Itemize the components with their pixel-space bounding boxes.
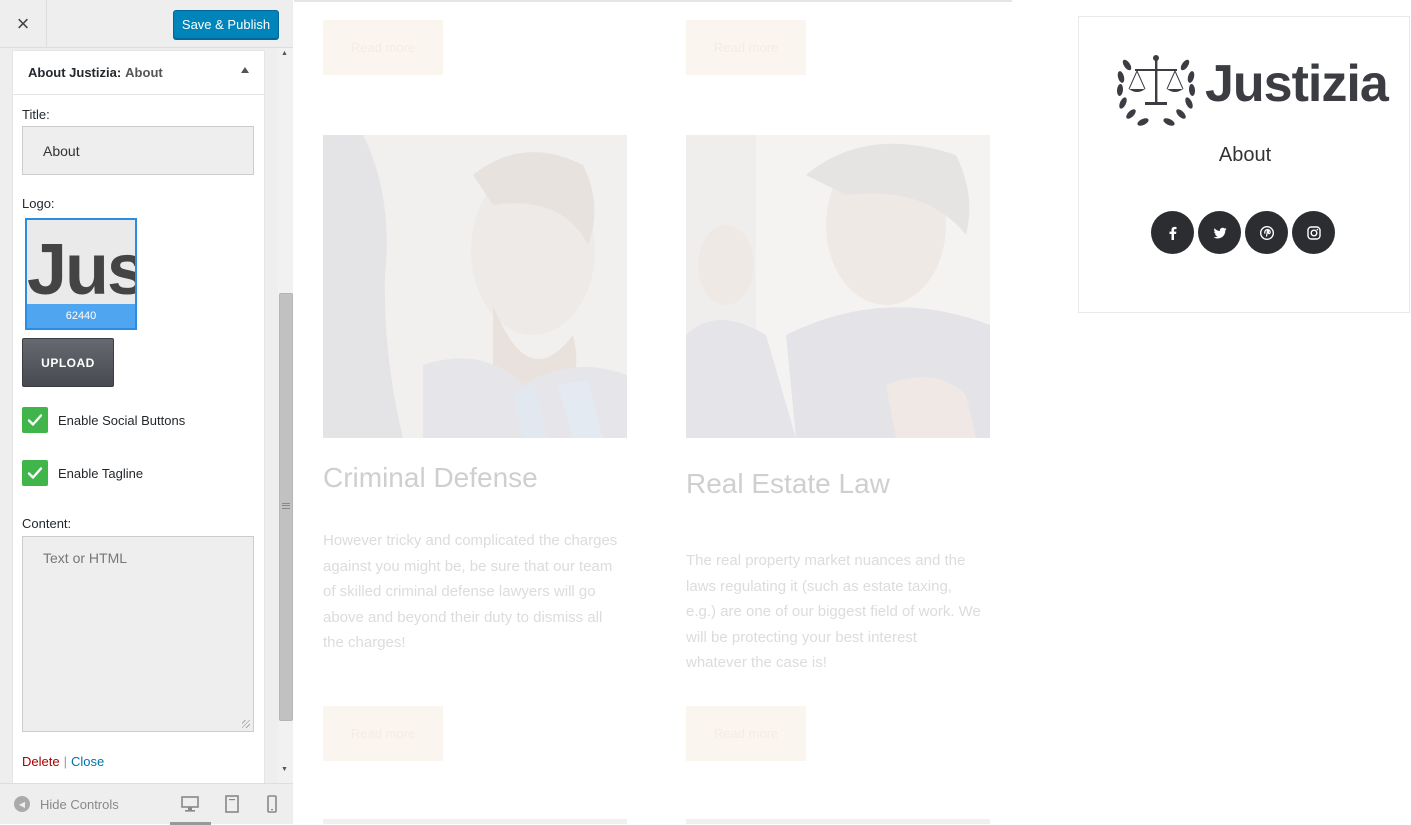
logo-preview-image: Jus <box>27 230 137 310</box>
twitter-button[interactable] <box>1198 211 1241 254</box>
pinterest-icon <box>1259 225 1274 240</box>
scroll-up-arrow-icon[interactable]: ▲ <box>281 50 288 57</box>
twitter-icon <box>1212 227 1226 238</box>
card-text: However tricky and complicated the charg… <box>323 532 618 652</box>
card-text: The real property market nuances and the… <box>686 552 981 672</box>
action-separator: | <box>63 754 67 769</box>
next-card-image <box>686 819 990 824</box>
desktop-preview-icon[interactable] <box>181 795 199 813</box>
save-publish-button[interactable]: Save & Publish <box>173 10 279 39</box>
hide-controls-label: Hide Controls <box>40 796 119 812</box>
scroll-down-arrow-icon[interactable]: ▼ <box>281 766 288 773</box>
card-title[interactable]: Real Estate Law <box>686 468 890 500</box>
logo-thumbnail[interactable]: Jus 62440 <box>25 218 137 330</box>
widget-instance-title: About <box>125 65 163 80</box>
enable-tagline-label: Enable Tagline <box>58 465 144 481</box>
widget-actions: Delete | Close <box>22 754 104 769</box>
close-icon: × <box>16 11 30 36</box>
delete-link[interactable]: Delete <box>22 754 60 769</box>
resize-handle[interactable] <box>242 720 250 728</box>
criminal-defense-image <box>323 135 627 438</box>
widget-name: About Justizia: <box>28 65 122 80</box>
enable-social-checkbox[interactable] <box>22 407 48 433</box>
enable-tagline-checkbox[interactable] <box>22 460 48 486</box>
social-buttons <box>1151 211 1335 254</box>
upload-button[interactable]: UPLOAD <box>22 338 114 387</box>
justizia-wordmark: Justizia <box>1205 55 1389 113</box>
mobile-preview-icon[interactable] <box>263 795 281 813</box>
logo-attachment-id: 62440 <box>27 304 135 328</box>
about-justizia-widget: Justizia About <box>1078 16 1410 313</box>
instagram-button[interactable] <box>1292 211 1335 254</box>
checkmark-icon <box>27 414 43 426</box>
instagram-icon <box>1306 225 1321 240</box>
enable-tagline-row: Enable Tagline <box>22 460 143 486</box>
scales-of-justice-icon <box>1116 55 1196 126</box>
next-card-image <box>323 819 627 824</box>
read-more-button[interactable]: Read more <box>323 20 443 75</box>
title-label: Title: <box>22 107 50 122</box>
section-divider <box>294 0 1012 2</box>
customizer-header: × Save & Publish <box>0 0 293 48</box>
justizia-logo[interactable]: Justizia <box>1113 45 1389 129</box>
real-estate-law-image <box>686 135 990 438</box>
content-label: Content: <box>22 516 72 531</box>
enable-social-row: Enable Social Buttons <box>22 407 185 433</box>
checkmark-icon <box>27 467 43 479</box>
collapse-left-icon: ◀ <box>14 796 30 812</box>
content-placeholder: Text or HTML <box>43 550 128 566</box>
tablet-preview-icon[interactable] <box>223 795 241 813</box>
collapse-arrow-icon[interactable] <box>241 67 249 73</box>
read-more-button[interactable]: Read more <box>686 706 806 761</box>
facebook-icon <box>1169 226 1176 240</box>
logo-label: Logo: <box>22 196 55 211</box>
scrollbar-grip-icon <box>282 503 290 509</box>
read-more-button[interactable]: Read more <box>323 706 443 761</box>
widget-header[interactable]: About Justizia: About <box>13 51 264 95</box>
about-widget-title: About <box>1218 144 1272 166</box>
site-preview[interactable]: Read more Read more Criminal Defense Rea… <box>293 0 1411 824</box>
close-customizer-button[interactable]: × <box>0 0 47 48</box>
close-link[interactable]: Close <box>71 754 104 769</box>
title-input[interactable]: About <box>22 126 254 175</box>
customizer-sidebar: × Save & Publish About Justizia: About T… <box>0 0 293 825</box>
card-title[interactable]: Criminal Defense <box>323 462 538 494</box>
read-more-button[interactable]: Read more <box>686 20 806 75</box>
facebook-button[interactable] <box>1151 211 1194 254</box>
hide-controls-button[interactable]: ◀ Hide Controls <box>14 796 119 812</box>
customizer-footer: ◀ Hide Controls <box>0 783 293 825</box>
content-textarea[interactable]: Text or HTML <box>22 536 254 732</box>
enable-social-label: Enable Social Buttons <box>58 412 186 428</box>
pinterest-button[interactable] <box>1245 211 1288 254</box>
